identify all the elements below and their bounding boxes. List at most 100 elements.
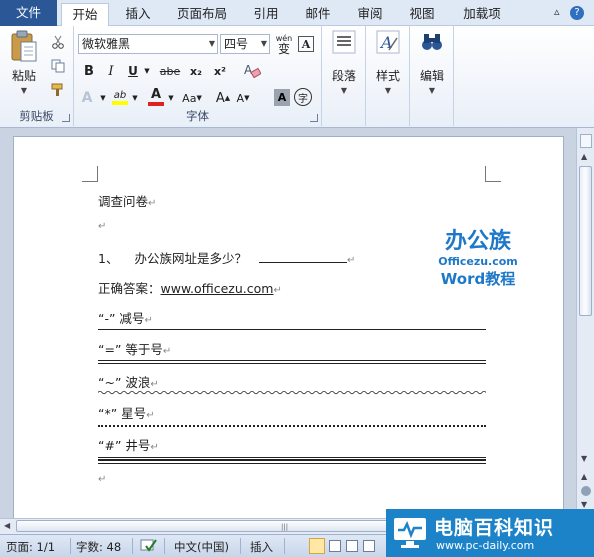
item-minus[interactable]: “-” 减号↵ [98,308,153,327]
margin-corner-mark [485,166,501,182]
margin-corner-mark [82,166,98,182]
scroll-left-icon[interactable]: ◀ [4,521,10,530]
status-separator [240,538,241,554]
strikethrough-button[interactable]: abe [158,62,182,80]
editing-group: 编辑 ▼ [410,26,454,126]
item-asterisk[interactable]: “*” 星号↵ [98,403,155,422]
ruler-toggle-icon[interactable] [580,134,592,148]
status-separator [70,538,71,554]
answer-line[interactable]: 正确答案：www.officezu.com↵ [98,278,282,297]
item-equals[interactable]: “=” 等于号↵ [98,339,171,358]
format-painter-icon[interactable] [50,82,66,98]
paste-icon [11,30,37,62]
font-size-select[interactable]: 四号 ▼ [220,34,270,54]
browse-object-icon[interactable] [581,486,591,496]
document-area: 调查问卷↵ ↵ 1、 办公族网址是多少？ ↵ 正确答案：www.officezu.c… [0,128,576,518]
help-icon[interactable]: ? [570,6,584,20]
chevron-down-icon: ▼ [208,39,215,48]
logo-top-text: 办公族 [444,229,511,254]
font-color-icon: A [150,87,162,102]
clipboard-launcher-icon[interactable] [62,114,70,122]
proofing-icon[interactable] [140,538,158,557]
tab-review[interactable]: 审阅 [350,3,390,26]
phonetic-guide-button[interactable]: wén 变 [274,32,294,56]
vertical-scroll-thumb[interactable] [579,166,592,316]
chevron-down-icon[interactable]: ▼ [142,62,152,80]
scroll-up-icon[interactable]: ▲ [581,152,587,161]
cut-icon[interactable] [50,34,66,50]
paragraph-group: 段落 ▼ [322,26,366,126]
shrink-font-button[interactable]: A ▼ [234,88,252,108]
triple-line-border [98,457,486,464]
paragraph-mark: ↵ [98,221,107,232]
chevron-down-icon[interactable]: ▼ [166,88,176,108]
grow-font-button[interactable]: A ▲ [214,88,232,108]
paste-button[interactable]: 粘贴 ▼ [4,30,44,104]
paragraph-mark: ↵ [150,379,159,390]
font-family-select[interactable]: 微软雅黑 ▼ [78,34,218,54]
clear-formatting-icon[interactable]: A [242,60,262,80]
character-shading-button[interactable]: A [274,89,290,106]
scroll-down-icon[interactable]: ▼ [581,454,587,463]
minimize-ribbon-icon[interactable]: ▵ [554,5,560,18]
chevron-down-icon[interactable]: ▼ [130,88,140,108]
superscript-button[interactable]: x² [210,62,230,80]
document-page[interactable]: 调查问卷↵ ↵ 1、 办公族网址是多少？ ↵ 正确答案：www.officezu.c… [13,136,564,518]
vertical-scrollbar[interactable]: ▲ ▼ ▲ ▼ [576,128,594,518]
text-effects-button[interactable]: A [78,88,96,108]
styles-button[interactable]: A 样式 ▼ [368,30,408,104]
status-separator [132,538,133,554]
doc-title[interactable]: 调查问卷↵ [98,191,156,210]
tab-references[interactable]: 引用 [246,3,286,26]
word-count[interactable]: 字数: 48 [76,539,121,555]
enclose-characters-button[interactable]: 字 [294,88,312,106]
font-color-button[interactable]: A [146,86,166,108]
highlight-color-button[interactable]: ab [110,86,130,108]
question-number: 1、 [98,251,119,266]
question-1[interactable]: 1、 办公族网址是多少？ ↵ [98,248,355,267]
italic-button[interactable]: I [102,62,120,80]
print-layout-icon[interactable] [309,538,325,554]
ribbon-tab-bar: 文件 开始 插入 页面布局 引用 邮件 审阅 视图 加载项 ▵ ? [0,0,594,27]
bold-button[interactable]: B [80,62,98,80]
status-separator [164,538,165,554]
editing-button[interactable]: 编辑 ▼ [412,30,452,104]
web-layout-icon[interactable] [346,540,358,552]
phonetic-char-text: 变 [277,42,290,56]
page-count[interactable]: 页面: 1/1 [6,539,55,555]
triple-line-middle [98,459,486,461]
tab-home[interactable]: 开始 [61,3,109,27]
insert-mode-indicator[interactable]: 插入 [250,539,273,555]
copy-icon[interactable] [50,58,66,74]
underline-button[interactable]: U [124,62,142,80]
officezu-logo: 办公族 Officezu.com Word教程 [430,229,526,289]
double-line-border [98,360,486,364]
chevron-down-icon: ▼ [260,39,267,48]
tab-page-layout[interactable]: 页面布局 [170,3,234,26]
paragraph-button[interactable]: 段落 ▼ [324,30,364,104]
outline-view-icon[interactable] [363,540,375,552]
tab-mailings[interactable]: 邮件 [298,3,338,26]
change-case-button[interactable]: Aa ▼ [178,88,206,108]
tab-addins[interactable]: 加载项 [454,3,510,26]
font-launcher-icon[interactable] [310,114,318,122]
item-hash[interactable]: “#” 井号↵ [98,435,159,454]
subscript-button[interactable]: x₂ [186,62,206,80]
tab-insert[interactable]: 插入 [118,3,158,26]
styles-label: 样式 [375,69,400,83]
character-border-button[interactable]: A [298,36,314,52]
answer-url[interactable]: www.officezu.com [161,281,274,296]
previous-page-icon[interactable]: ▲ [581,472,587,481]
full-screen-reading-icon[interactable] [329,540,341,552]
highlight-icon: ab [113,89,127,101]
chevron-down-icon[interactable]: ▼ [98,88,108,108]
tab-view[interactable]: 视图 [402,3,442,26]
tab-file[interactable]: 文件 [0,0,57,26]
language-indicator[interactable]: 中文(中国) [174,539,229,555]
site-watermark: 电脑百科知识 www.pc-daily.com [386,509,594,557]
paragraph-mark: ↵ [150,442,159,453]
next-page-icon[interactable]: ▼ [581,500,587,509]
scroll-grip-icon: ||| [281,523,289,531]
item-tilde[interactable]: “~” 波浪↵ [98,372,159,391]
status-separator [284,538,285,554]
